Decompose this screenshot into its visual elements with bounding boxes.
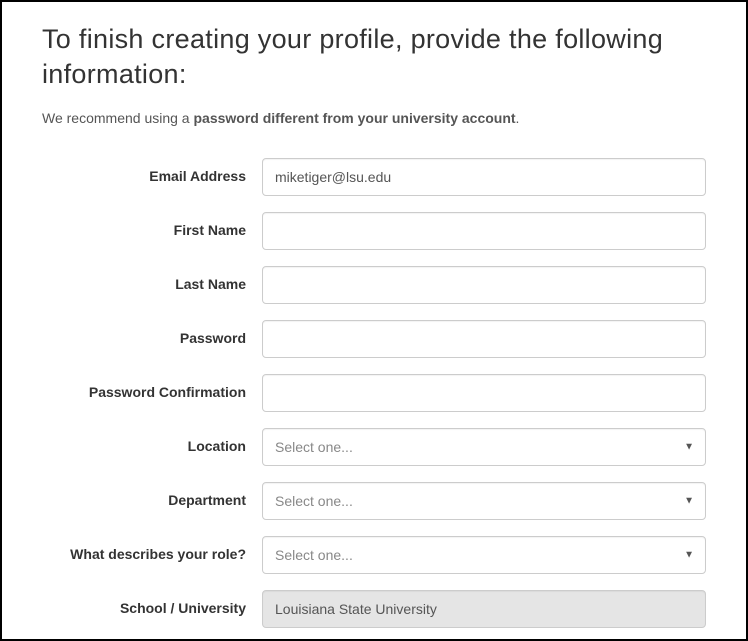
recommendation-post: . <box>516 110 520 126</box>
label-email: Email Address <box>42 158 262 186</box>
school-field-value: Louisiana State University <box>262 590 706 628</box>
recommendation-pre: We recommend using a <box>42 110 193 126</box>
row-location: Location Select one... ▼ <box>42 428 706 466</box>
recommendation-text: We recommend using a password different … <box>42 110 706 126</box>
label-password-conf: Password Confirmation <box>42 374 262 402</box>
page-heading: To finish creating your profile, provide… <box>42 22 706 92</box>
label-school: School / University <box>42 590 262 618</box>
label-password: Password <box>42 320 262 348</box>
row-password-conf: Password Confirmation <box>42 374 706 412</box>
email-field[interactable] <box>262 158 706 196</box>
password-confirmation-field[interactable] <box>262 374 706 412</box>
last-name-field[interactable] <box>262 266 706 304</box>
role-select-value: Select one... <box>262 536 706 574</box>
row-email: Email Address <box>42 158 706 196</box>
department-select[interactable]: Select one... ▼ <box>262 482 706 520</box>
row-password: Password <box>42 320 706 358</box>
profile-form-frame: To finish creating your profile, provide… <box>0 0 748 641</box>
label-first-name: First Name <box>42 212 262 240</box>
password-field[interactable] <box>262 320 706 358</box>
department-select-value: Select one... <box>262 482 706 520</box>
label-role: What describes your role? <box>42 536 262 564</box>
label-department: Department <box>42 482 262 510</box>
row-role: What describes your role? Select one... … <box>42 536 706 574</box>
recommendation-bold: password different from your university … <box>193 110 515 126</box>
row-first-name: First Name <box>42 212 706 250</box>
row-last-name: Last Name <box>42 266 706 304</box>
label-location: Location <box>42 428 262 456</box>
school-field: Louisiana State University <box>262 590 706 628</box>
first-name-field[interactable] <box>262 212 706 250</box>
label-last-name: Last Name <box>42 266 262 294</box>
row-department: Department Select one... ▼ <box>42 482 706 520</box>
location-select[interactable]: Select one... ▼ <box>262 428 706 466</box>
role-select[interactable]: Select one... ▼ <box>262 536 706 574</box>
row-school: School / University Louisiana State Univ… <box>42 590 706 628</box>
location-select-value: Select one... <box>262 428 706 466</box>
